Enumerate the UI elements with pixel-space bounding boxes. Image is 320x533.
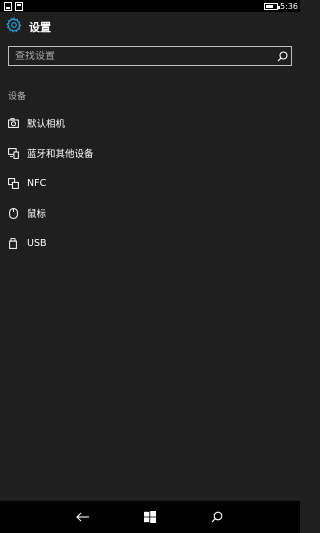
- list-item-nfc[interactable]: NFC: [0, 168, 300, 198]
- notification-icon: [3, 1, 12, 11]
- list-item-usb[interactable]: USB: [0, 228, 300, 258]
- devices-icon: [7, 147, 19, 159]
- status-bar: 5:36: [0, 0, 300, 12]
- list-item-bluetooth-devices[interactable]: 蓝牙和其他设备: [0, 138, 300, 168]
- status-bar-right: 5:36: [264, 2, 298, 11]
- navigation-bar: [0, 501, 300, 533]
- status-time: 5:36: [280, 1, 298, 11]
- list-item-label: USB: [27, 237, 47, 249]
- status-bar-left: [3, 1, 23, 11]
- windows-icon[interactable]: [135, 502, 165, 532]
- usb-icon: [7, 237, 19, 249]
- list-item-label: NFC: [27, 177, 47, 189]
- page-title: 设置: [29, 21, 51, 34]
- page-header: 设置: [6, 17, 51, 37]
- nfc-icon: [7, 177, 19, 189]
- search-icon[interactable]: [202, 502, 232, 532]
- list-item-label: 鼠标: [27, 209, 47, 220]
- camera-icon: [7, 117, 19, 129]
- search-input[interactable]: [9, 50, 273, 62]
- notification-icon: [14, 1, 23, 11]
- search-icon[interactable]: [273, 47, 291, 65]
- back-icon[interactable]: [68, 502, 98, 532]
- gear-icon: [6, 17, 22, 37]
- section-title: 设备: [8, 92, 27, 102]
- device-settings-list: 默认相机 蓝牙和其他设备 NFC 鼠标 USB: [0, 108, 300, 258]
- mouse-icon: [7, 207, 19, 219]
- list-item-default-camera[interactable]: 默认相机: [0, 108, 300, 138]
- list-item-label: 蓝牙和其他设备: [27, 149, 94, 160]
- battery-icon: [264, 2, 281, 10]
- list-item-mouse[interactable]: 鼠标: [0, 198, 300, 228]
- search-box[interactable]: [8, 46, 292, 66]
- list-item-label: 默认相机: [27, 119, 66, 130]
